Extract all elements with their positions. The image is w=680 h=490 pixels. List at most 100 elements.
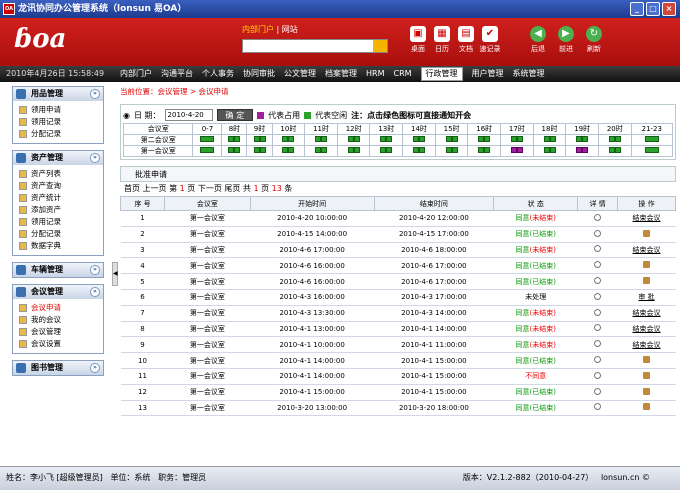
magnifier-icon[interactable] — [594, 387, 602, 395]
search-tab-web[interactable]: 网站 — [282, 25, 298, 34]
desktop-shortcut[interactable]: ▣ 桌面 — [406, 26, 430, 54]
sidebar-item[interactable]: 分配记录 — [13, 128, 103, 140]
sidebar-item[interactable]: 资产统计 — [13, 192, 103, 204]
search-button[interactable] — [373, 40, 387, 52]
slot-icon[interactable] — [386, 147, 393, 153]
panel-header[interactable]: 车辆管理 » — [13, 263, 103, 277]
sidebar-item[interactable]: 会议申请 — [13, 302, 103, 314]
search-tab-portal[interactable]: 内部门户 — [242, 25, 274, 34]
slot-icon[interactable] — [386, 136, 393, 142]
sidebar-item[interactable]: 资产查询 — [13, 180, 103, 192]
calendar-shortcut[interactable]: ▦ 日历 — [430, 26, 454, 54]
panel-header[interactable]: 会议管理 » — [13, 285, 103, 299]
slot-icon[interactable] — [549, 136, 556, 142]
magnifier-icon[interactable] — [594, 229, 602, 237]
slot-icon[interactable] — [516, 147, 523, 153]
menu-item[interactable]: 公文管理 — [284, 66, 316, 82]
slot-icon[interactable] — [644, 136, 659, 142]
sidebar-item[interactable]: 领用记录 — [13, 216, 103, 228]
slot-icon[interactable] — [200, 147, 215, 153]
expand-icon[interactable]: » — [90, 265, 100, 275]
sidebar-item[interactable]: 数据字典 — [13, 240, 103, 252]
end-meeting-link[interactable]: 结束会议 — [633, 246, 661, 254]
menu-item[interactable]: 沟通平台 — [161, 66, 193, 82]
end-meeting-link[interactable]: 结束会议 — [633, 309, 661, 317]
end-meeting-link[interactable]: 结束会议 — [633, 341, 661, 349]
slot-icon[interactable] — [259, 136, 266, 142]
slot-icon[interactable] — [614, 136, 621, 142]
slot-icon[interactable] — [451, 136, 458, 142]
magnifier-icon[interactable] — [594, 292, 602, 300]
sidebar-item[interactable]: 资产列表 — [13, 168, 103, 180]
sidebar-item[interactable]: 我的会议 — [13, 314, 103, 326]
sidebar-item[interactable]: 会议管理 — [13, 326, 103, 338]
panel-header[interactable]: 用品管理 » — [13, 87, 103, 101]
expand-icon[interactable]: » — [90, 89, 100, 99]
sidebar-toggle[interactable]: ◀ — [112, 262, 118, 286]
sidebar-item[interactable]: 分配记录 — [13, 228, 103, 240]
slot-icon[interactable] — [288, 147, 295, 153]
menu-item[interactable]: CRM — [393, 66, 411, 82]
magnifier-icon[interactable] — [594, 356, 602, 364]
refresh-button[interactable]: ↻ 刷新 — [582, 26, 606, 54]
slot-icon[interactable] — [418, 147, 425, 153]
expand-icon[interactable]: » — [90, 153, 100, 163]
magnifier-icon[interactable] — [594, 324, 602, 332]
slot-icon[interactable] — [484, 147, 491, 153]
close-button[interactable]: × — [662, 2, 676, 16]
slot-icon[interactable] — [288, 136, 295, 142]
slot-icon[interactable] — [451, 147, 458, 153]
magnifier-icon[interactable] — [594, 261, 602, 269]
sidebar-item[interactable]: 添加资产 — [13, 204, 103, 216]
menu-item[interactable]: 协同审批 — [243, 66, 275, 82]
slot-icon[interactable] — [516, 136, 523, 142]
slot-icon[interactable] — [418, 136, 425, 142]
menu-item[interactable]: 用户管理 — [472, 66, 504, 82]
panel-header[interactable]: 图书管理 » — [13, 361, 103, 375]
sidebar-item[interactable]: 会议设置 — [13, 338, 103, 350]
slot-icon[interactable] — [614, 147, 621, 153]
magnifier-icon[interactable] — [594, 403, 602, 411]
slot-icon[interactable] — [234, 136, 241, 142]
end-meeting-link[interactable]: 结束会议 — [633, 214, 661, 222]
slot-icon[interactable] — [200, 136, 215, 142]
approve-link[interactable]: 审 批 — [638, 293, 654, 301]
menu-item[interactable]: 个人事务 — [202, 66, 234, 82]
sidebar-item[interactable]: 领用记录 — [13, 116, 103, 128]
back-button[interactable]: ◀ 后退 — [526, 26, 550, 54]
slot-icon[interactable] — [259, 147, 266, 153]
menu-item[interactable]: 系统管理 — [513, 66, 545, 82]
minimize-button[interactable]: _ — [630, 2, 644, 16]
slot-icon[interactable] — [321, 136, 328, 142]
menu-item[interactable]: 行政管理 — [420, 67, 463, 81]
slot-icon[interactable] — [549, 147, 556, 153]
slot-icon[interactable] — [582, 147, 589, 153]
slot-icon[interactable] — [582, 136, 589, 142]
date-input[interactable]: 2010-4-20 — [164, 109, 213, 121]
end-meeting-link[interactable]: 结束会议 — [633, 325, 661, 333]
search-input[interactable] — [242, 39, 388, 53]
panel-header[interactable]: 资产管理 » — [13, 151, 103, 165]
confirm-button[interactable]: 确 定 — [216, 109, 254, 121]
slot-icon[interactable] — [234, 147, 241, 153]
slot-icon[interactable] — [321, 147, 328, 153]
maximize-button[interactable]: □ — [646, 2, 660, 16]
forward-button[interactable]: ▶ 前进 — [554, 26, 578, 54]
menu-item[interactable]: 档案管理 — [325, 66, 357, 82]
magnifier-icon[interactable] — [594, 245, 602, 253]
document-shortcut[interactable]: ▤ 文档 — [454, 26, 478, 54]
magnifier-icon[interactable] — [594, 340, 602, 348]
slot-icon[interactable] — [644, 147, 659, 153]
menu-item[interactable]: 内部门户 — [120, 66, 152, 82]
slot-icon[interactable] — [353, 147, 360, 153]
sidebar-item[interactable]: 领用申请 — [13, 104, 103, 116]
expand-icon[interactable]: » — [90, 287, 100, 297]
magnifier-icon[interactable] — [594, 371, 602, 379]
magnifier-icon[interactable] — [594, 213, 602, 221]
menu-item[interactable]: HRM — [366, 66, 384, 82]
slot-icon[interactable] — [353, 136, 360, 142]
slot-icon[interactable] — [484, 136, 491, 142]
expand-icon[interactable]: » — [90, 363, 100, 373]
magnifier-icon[interactable] — [594, 277, 602, 285]
magnifier-icon[interactable] — [594, 308, 602, 316]
